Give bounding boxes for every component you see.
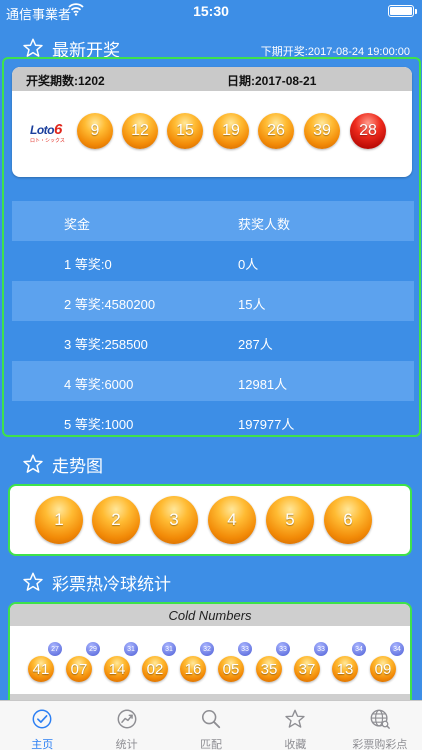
trend-header: 走势图 [22, 451, 103, 477]
chart-trend-icon [117, 709, 137, 729]
trend-card[interactable]: 1 2 3 4 5 6 [8, 484, 412, 556]
tab-label: 彩票购彩点 [352, 739, 408, 750]
cold-number-ball: 02 [142, 656, 168, 682]
trend-number-ball[interactable]: 6 [324, 496, 372, 544]
battery-icon [388, 5, 417, 17]
clock: 15:30 [193, 3, 229, 19]
table-row: 4 等奖:6000 12981人 [12, 361, 414, 401]
header-prize: 奖金 [64, 217, 91, 232]
cold-count-badge: 34 [390, 642, 404, 656]
home-check-icon [32, 709, 52, 729]
draw-result-card[interactable]: 开奖期数:1202 日期:2017-08-21 Loto6 ロト・シックス 9 … [12, 67, 412, 177]
status-bar: 通信事業者 15:30 [0, 0, 422, 22]
tab-home[interactable]: 主页 [0, 701, 84, 750]
prize-amount: 3 等奖:258500 [64, 337, 148, 352]
logo-subtitle: ロト・シックス [30, 138, 65, 144]
winning-number-ball: 12 [122, 113, 158, 149]
cold-number-ball: 37 [294, 656, 320, 682]
prize-amount: 1 等奖:0 [64, 257, 112, 272]
draw-period: 开奖期数:1202 [26, 74, 105, 88]
winner-count: 287人 [238, 337, 273, 352]
tab-label: 主页 [31, 739, 54, 750]
tab-label: 收藏 [284, 739, 307, 750]
winning-number-ball: 19 [213, 113, 249, 149]
tab-lottery-outlets[interactable]: 彩票购彩点 [338, 701, 422, 750]
cold-count-badge: 32 [200, 642, 214, 656]
trend-number-ball[interactable]: 4 [208, 496, 256, 544]
winner-count: 0人 [238, 257, 259, 272]
draw-date: 日期:2017-08-21 [227, 74, 317, 88]
draw-card-header: 开奖期数:1202 日期:2017-08-21 [12, 67, 412, 91]
latest-draw-panel: 开奖期数:1202 日期:2017-08-21 Loto6 ロト・シックス 9 … [2, 57, 421, 437]
cold-number-ball: 16 [180, 656, 206, 682]
tab-favorites[interactable]: 收藏 [253, 701, 337, 750]
prize-table: 奖金 获奖人数 1 等奖:0 0人 2 等奖:4580200 15人 3 等奖:… [12, 201, 414, 441]
cold-count-badge: 31 [162, 642, 176, 656]
winning-number-ball: 26 [258, 113, 294, 149]
tab-bar: 主页 统计 匹配 收藏 彩票购彩点 [0, 700, 422, 750]
star-icon [23, 454, 43, 473]
logo-text: Loto [30, 123, 55, 137]
table-row: 5 等奖:1000 197977人 [12, 401, 414, 441]
trend-number-ball[interactable]: 3 [150, 496, 198, 544]
hotcold-title: 彩票热冷球统计 [52, 574, 171, 594]
trend-number-ball[interactable]: 2 [92, 496, 140, 544]
cold-numbers-title: Cold Numbers [10, 604, 410, 626]
cold-count-badge: 29 [86, 642, 100, 656]
star-icon [23, 572, 43, 591]
winner-count: 15人 [238, 297, 266, 312]
trend-number-ball[interactable]: 5 [266, 496, 314, 544]
winning-number-ball: 15 [167, 113, 203, 149]
bonus-number-ball: 28 [350, 113, 386, 149]
table-row: 1 等奖:0 0人 [12, 241, 414, 281]
prize-amount: 2 等奖:4580200 [64, 297, 156, 312]
table-row: 2 等奖:4580200 15人 [12, 281, 414, 321]
cold-number-ball: 09 [370, 656, 396, 682]
table-row: 3 等奖:258500 287人 [12, 321, 414, 361]
cold-numbers-card[interactable]: Cold Numbers 41 27 07 29 14 31 02 31 16 … [8, 602, 412, 702]
cold-count-badge: 34 [352, 642, 366, 656]
prize-amount: 5 等奖:1000 [64, 417, 134, 432]
cold-count-badge: 31 [124, 642, 138, 656]
winning-number-ball: 9 [77, 113, 113, 149]
trend-number-ball[interactable]: 1 [35, 496, 83, 544]
cold-number-ball: 41 [28, 656, 54, 682]
hotcold-header: 彩票热冷球统计 [22, 569, 171, 595]
cold-count-badge: 27 [48, 642, 62, 656]
cold-number-ball: 35 [256, 656, 282, 682]
winner-count: 197977人 [238, 417, 295, 432]
cold-number-ball: 05 [218, 656, 244, 682]
logo-number: 6 [54, 121, 62, 138]
star-icon [285, 709, 306, 728]
cold-number-ball: 07 [66, 656, 92, 682]
tab-label: 统计 [115, 739, 138, 750]
star-icon [23, 38, 43, 57]
tab-statistics[interactable]: 统计 [84, 701, 168, 750]
cold-number-ball: 13 [332, 656, 358, 682]
header-winners: 获奖人数 [238, 217, 291, 232]
tab-label: 匹配 [200, 739, 223, 750]
tab-match[interactable]: 匹配 [169, 701, 253, 750]
cold-number-ball: 14 [104, 656, 130, 682]
table-header: 奖金 获奖人数 [12, 201, 414, 241]
loto6-logo: Loto6 ロト・シックス [30, 121, 68, 144]
cold-count-badge: 33 [238, 642, 252, 656]
winner-count: 12981人 [238, 377, 288, 392]
search-icon [201, 709, 221, 729]
globe-icon [370, 709, 390, 729]
winning-number-ball: 39 [304, 113, 340, 149]
cold-count-badge: 33 [314, 642, 328, 656]
trend-title: 走势图 [52, 456, 103, 476]
prize-amount: 4 等奖:6000 [64, 377, 134, 392]
cold-count-badge: 33 [276, 642, 290, 656]
